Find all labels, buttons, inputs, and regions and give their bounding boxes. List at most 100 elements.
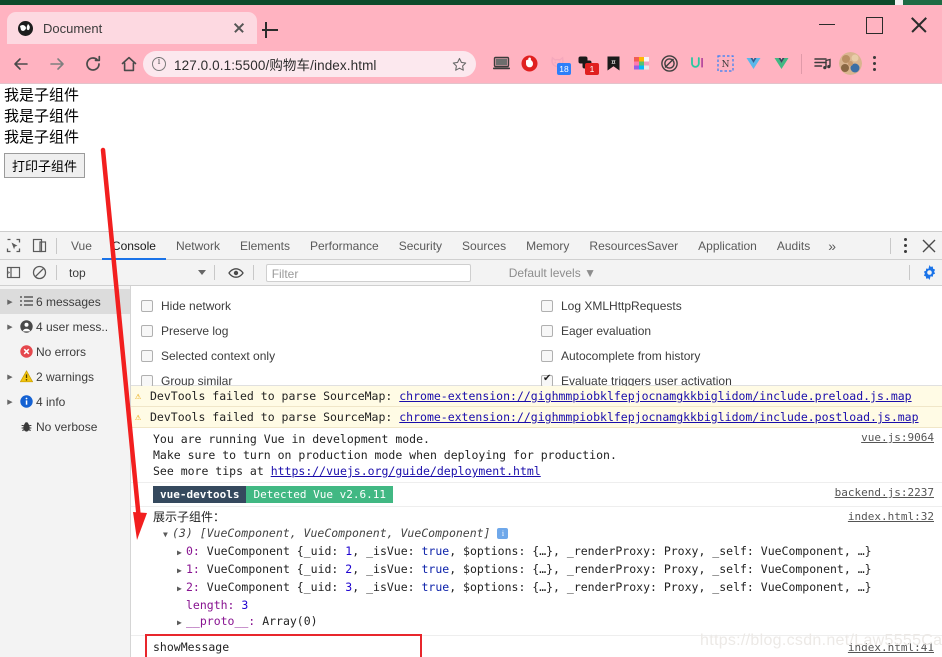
setting-autocomplete-from-history[interactable]: Autocomplete from history (541, 343, 941, 368)
expand-arrow-icon[interactable]: ▶ (4, 298, 16, 306)
address-bar[interactable]: 127.0.0.1:5500/购物车/index.html (143, 51, 476, 77)
checkbox[interactable] (541, 373, 553, 387)
array-proto-row[interactable]: ▶ __proto__: Array(0) (153, 613, 934, 631)
setting-log-xmlhttprequests[interactable]: Log XMLHttpRequests (541, 293, 941, 318)
array-item-row[interactable]: ▶ 0: VueComponent {_uid: 1, _isVue: true,… (153, 543, 934, 561)
tab-console[interactable]: Console (102, 232, 166, 260)
console-warning-message[interactable]: ⚠ DevTools failed to parse SourceMap: ch… (131, 407, 942, 428)
inspect-element-icon[interactable] (0, 232, 26, 260)
minimize-button[interactable] (804, 5, 850, 44)
console-vue-devtools-message[interactable]: backend.js:2237 vue-devtools Detected Vu… (131, 483, 942, 507)
toggle-device-toolbar-icon[interactable] (26, 232, 52, 260)
tab-resourcessaver[interactable]: ResourcesSaver (579, 232, 688, 260)
vue-devtools-blue-icon[interactable] (739, 44, 767, 83)
close-icon[interactable] (231, 20, 247, 36)
checkbox[interactable] (541, 349, 553, 362)
sourcemap-link[interactable]: chrome-extension://gighmmpiobklfepjocnam… (399, 410, 918, 424)
avatar[interactable] (836, 44, 864, 83)
color-palette-icon[interactable] (627, 44, 655, 83)
array-item-row[interactable]: ▶ 2: VueComponent {_uid: 3, _isVue: true,… (153, 579, 934, 597)
tab-network[interactable]: Network (166, 232, 230, 260)
devtools-menu-icon[interactable] (894, 232, 916, 260)
tab-sources[interactable]: Sources (452, 232, 516, 260)
tab-security[interactable]: Security (389, 232, 452, 260)
tab-elements[interactable]: Elements (230, 232, 300, 260)
live-expression-icon[interactable] (223, 259, 249, 287)
checkbox[interactable] (141, 349, 153, 362)
expand-triangle-icon[interactable]: ▶ (177, 563, 186, 579)
sourcemap-link[interactable]: chrome-extension://gighmmpiobklfepjocnam… (399, 389, 911, 403)
sidebar-item-verbose[interactable]: No verbose (0, 414, 130, 439)
print-child-component-button[interactable]: 打印子组件 (4, 153, 86, 178)
device-toolbar-icon[interactable] (487, 44, 515, 83)
show-console-sidebar-icon[interactable] (0, 259, 26, 287)
bookmark-manager-icon[interactable]: ¤ (599, 44, 627, 83)
tab-audits[interactable]: Audits (767, 232, 820, 260)
home-icon[interactable] (114, 49, 144, 79)
maximize-button[interactable] (850, 5, 896, 44)
console-warning-message[interactable]: ⚠ DevTools failed to parse SourceMap: ch… (131, 386, 942, 407)
devtools-close-icon[interactable] (916, 232, 942, 260)
notion-clipper-icon[interactable]: N (711, 44, 739, 83)
expand-triangle-icon[interactable]: ▶ (177, 545, 186, 561)
tab-memory[interactable]: Memory (516, 232, 579, 260)
clear-console-icon[interactable] (26, 259, 52, 287)
kebab-menu-icon[interactable] (864, 54, 884, 74)
ui-devtools-icon[interactable] (683, 44, 711, 83)
checkbox[interactable] (541, 299, 553, 312)
setting-hide-network[interactable]: Hide network (141, 293, 541, 318)
log-levels-dropdown[interactable]: Default levels ▼ (509, 266, 596, 280)
setting-selected-context-only[interactable]: Selected context only (141, 343, 541, 368)
expand-triangle-icon[interactable]: ▶ (177, 581, 186, 597)
window-close-button[interactable] (896, 5, 942, 44)
checkbox[interactable] (141, 299, 153, 312)
adblock-icon[interactable] (515, 44, 543, 83)
wappalyzer-icon[interactable] (655, 44, 683, 83)
tab-performance[interactable]: Performance (300, 232, 389, 260)
setting-eager-evaluation[interactable]: Eager evaluation (541, 318, 941, 343)
checkbox[interactable] (141, 374, 153, 387)
tab-vue[interactable]: Vue (61, 232, 102, 260)
expand-triangle-icon[interactable]: ▶ (177, 615, 186, 631)
console-component-log[interactable]: index.html:32 展示子组件： ▼ (3) [VueComponent,… (131, 507, 942, 633)
sidebar-item-user-messages[interactable]: ▶ 4 user mess.. (0, 314, 130, 339)
source-link[interactable]: index.html:32 (848, 509, 934, 525)
sidebar-item-messages[interactable]: ▶ 6 messages (0, 289, 130, 314)
deployment-guide-link[interactable]: https://vuejs.org/guide/deployment.html (271, 464, 541, 478)
new-tab-button[interactable] (258, 18, 282, 42)
settings-gear-icon[interactable] (916, 259, 942, 287)
reload-icon[interactable] (78, 49, 108, 79)
expand-arrow-icon[interactable]: ▶ (4, 373, 16, 381)
tab-overflow-button[interactable]: » (820, 238, 844, 254)
source-link[interactable]: vue.js:9064 (861, 430, 934, 446)
setting-preserve-log[interactable]: Preserve log (141, 318, 541, 343)
clipboard-icon[interactable]: 1 (571, 44, 599, 83)
checkbox[interactable] (541, 324, 553, 337)
console-vue-dev-message[interactable]: vue.js:9064 You are running Vue in devel… (131, 428, 942, 483)
console-filter-input[interactable]: Filter (265, 263, 471, 282)
array-item-row[interactable]: ▶ 1: VueComponent {_uid: 2, _isVue: true,… (153, 561, 934, 579)
sidebar-item-errors[interactable]: No errors (0, 339, 130, 364)
sidebar-item-info[interactable]: ▶ 4 info (0, 389, 130, 414)
checkbox[interactable] (141, 324, 153, 337)
playlist-icon[interactable] (808, 44, 836, 83)
source-link[interactable]: index.html:41 (848, 641, 934, 654)
cat-reader-icon[interactable]: 18 (543, 44, 571, 83)
array-header-row[interactable]: ▼ (3) [VueComponent, VueComponent, VueCom… (153, 525, 934, 543)
expand-arrow-icon[interactable]: ▶ (4, 398, 16, 406)
back-icon[interactable] (6, 49, 36, 79)
console-show-message-row[interactable]: index.html:41 showMessage (131, 634, 942, 657)
browser-tab-document[interactable]: Document (7, 12, 257, 44)
expand-triangle-icon[interactable]: ▼ (163, 527, 172, 543)
info-badge-icon[interactable]: i (497, 528, 509, 539)
info-circle-icon[interactable] (152, 56, 166, 71)
vue-devtools-green-icon[interactable] (767, 44, 795, 83)
bookmark-star-icon[interactable] (452, 57, 467, 72)
sidebar-item-warnings[interactable]: ▶ 2 warnings (0, 364, 130, 389)
chevron-down-icon[interactable] (197, 270, 206, 275)
expand-arrow-icon[interactable]: ▶ (4, 323, 16, 331)
tab-application[interactable]: Application (688, 232, 767, 260)
execution-context-selector[interactable]: top (61, 266, 94, 280)
forward-icon[interactable] (42, 49, 72, 79)
source-link[interactable]: backend.js:2237 (835, 485, 934, 501)
